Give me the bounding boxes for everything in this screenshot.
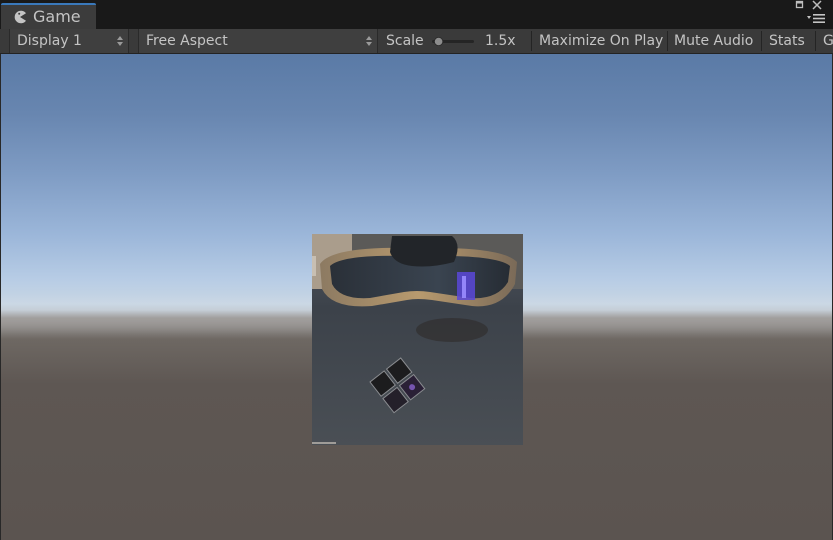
tab-game[interactable]: Game: [1, 3, 96, 29]
scale-slider-thumb[interactable]: [434, 37, 444, 46]
toolbar-separator: [815, 31, 816, 51]
close-icon[interactable]: [812, 0, 822, 10]
scale-slider[interactable]: [430, 37, 476, 46]
context-menu-icon[interactable]: [807, 13, 825, 24]
game-viewport[interactable]: [1, 54, 832, 540]
maximize-icon[interactable]: [795, 0, 805, 10]
tab-strip: Game: [0, 0, 833, 29]
toolbar-separator: [761, 31, 762, 51]
toolbar-separator: [531, 31, 532, 51]
display-dropdown[interactable]: Display 1: [9, 29, 129, 53]
scale-label: Scale: [386, 33, 424, 49]
game-toolbar: Display 1 Free Aspect Scale 1.5x Maximiz…: [0, 29, 833, 54]
mute-audio-toggle[interactable]: Mute Audio: [674, 29, 753, 53]
scale-value: 1.5x: [485, 33, 516, 49]
stats-toggle[interactable]: Stats: [769, 29, 805, 53]
up-down-arrows-icon: [366, 36, 372, 46]
up-down-arrows-icon: [117, 36, 123, 46]
pacman-icon: [14, 10, 26, 24]
maximize-on-play-toggle[interactable]: Maximize On Play: [539, 29, 663, 53]
toolbar-separator: [667, 31, 668, 51]
game-window: Game Display 1 Free Aspect Scale 1.5x Ma…: [0, 0, 833, 540]
display-dropdown-label: Display 1: [17, 33, 82, 49]
aspect-dropdown[interactable]: Free Aspect: [138, 29, 378, 53]
photo-quad: [312, 234, 523, 445]
gizmos-dropdown[interactable]: G: [823, 29, 833, 53]
aspect-dropdown-label: Free Aspect: [146, 33, 228, 49]
tab-game-label: Game: [33, 7, 81, 26]
